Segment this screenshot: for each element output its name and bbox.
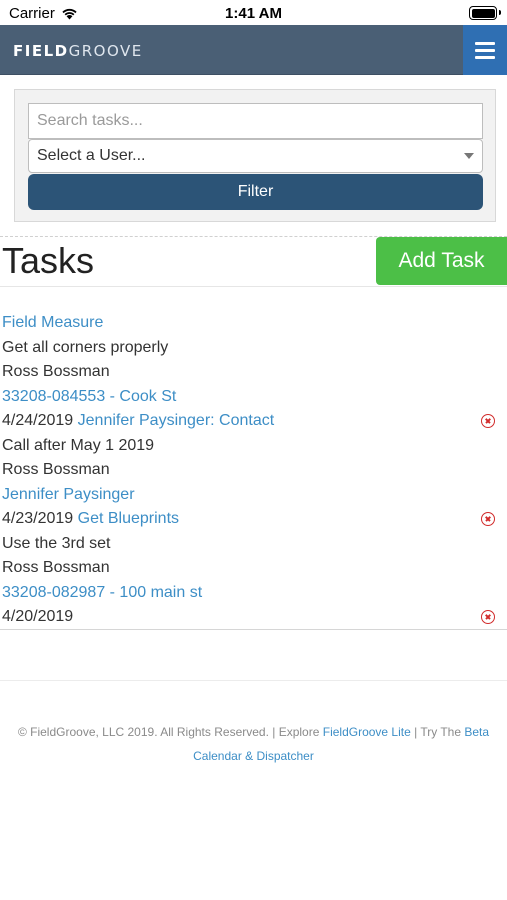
task-related-row: 33208-084553 - Cook St [0,385,507,410]
status-bar: Carrier 1:41 AM [0,0,507,25]
add-task-button[interactable]: Add Task [376,237,507,285]
footer-copyright: © FieldGroove, LLC 2019. All Rights Rese… [17,725,323,739]
delete-icon[interactable] [481,512,495,526]
task-description: Use the 3rd set [2,534,111,552]
search-input[interactable] [28,103,483,139]
task-date-row: 4/20/2019 [0,605,507,630]
brand-logo-groove: GROOVE [68,42,143,60]
divider [0,286,507,287]
task-description: Get all corners properly [2,338,169,356]
task-title-link[interactable]: Field Measure [2,314,103,331]
divider [0,680,507,681]
task-related-row: Jennifer Paysinger [0,483,507,508]
task-due-date: 4/23/2019 [2,510,74,527]
task-due-date: 4/24/2019 [2,412,74,429]
task-related-link[interactable]: Jennifer Paysinger [2,486,135,503]
task-date-row: 4/23/2019 Get Blueprints [0,507,507,532]
task-title-row: Field Measure [0,311,507,336]
fieldgroove-lite-link[interactable]: FieldGroove Lite [323,725,411,739]
delete-icon[interactable] [481,414,495,428]
task-related-link[interactable]: 33208-084553 - Cook St [2,388,176,405]
user-select[interactable]: Select a User... [28,139,483,173]
task-assignee: Ross Bossman [2,559,110,576]
task-due-date: 4/20/2019 [2,608,74,625]
page-title: Tasks [2,240,95,281]
task-assignee: Ross Bossman [2,363,110,380]
chevron-down-icon [464,153,474,159]
filter-panel: Select a User... Filter [14,89,496,222]
user-select-value: Select a User... [37,147,146,164]
brand-logo[interactable]: FIELDGROOVE [13,42,143,60]
top-navbar: FIELDGROOVE [0,25,507,75]
task-date-row: 4/24/2019 Jennifer Paysinger: Contact [0,409,507,434]
task-description: Call after May 1 2019 [2,436,155,454]
hamburger-icon [475,41,495,45]
clock: 1:41 AM [225,5,282,22]
task-assignee: Ross Bossman [2,461,110,478]
footer: © FieldGroove, LLC 2019. All Rights Rese… [0,720,507,768]
task-list: Field Measure Get all corners properly R… [0,311,507,630]
task-related-link[interactable]: 33208-082987 - 100 main st [2,584,202,601]
filter-button[interactable]: Filter [28,174,483,210]
task-title-link[interactable]: Get Blueprints [78,510,179,527]
task-related-row: 33208-082987 - 100 main st [0,581,507,606]
hamburger-menu-button[interactable] [463,25,507,75]
task-title-link[interactable]: Jennifer Paysinger: Contact [78,412,275,429]
footer-try-text: | Try The [410,725,465,739]
delete-icon[interactable] [481,610,495,624]
divider [0,629,507,630]
battery-icon [469,6,501,20]
brand-logo-field: FIELD [13,42,69,60]
